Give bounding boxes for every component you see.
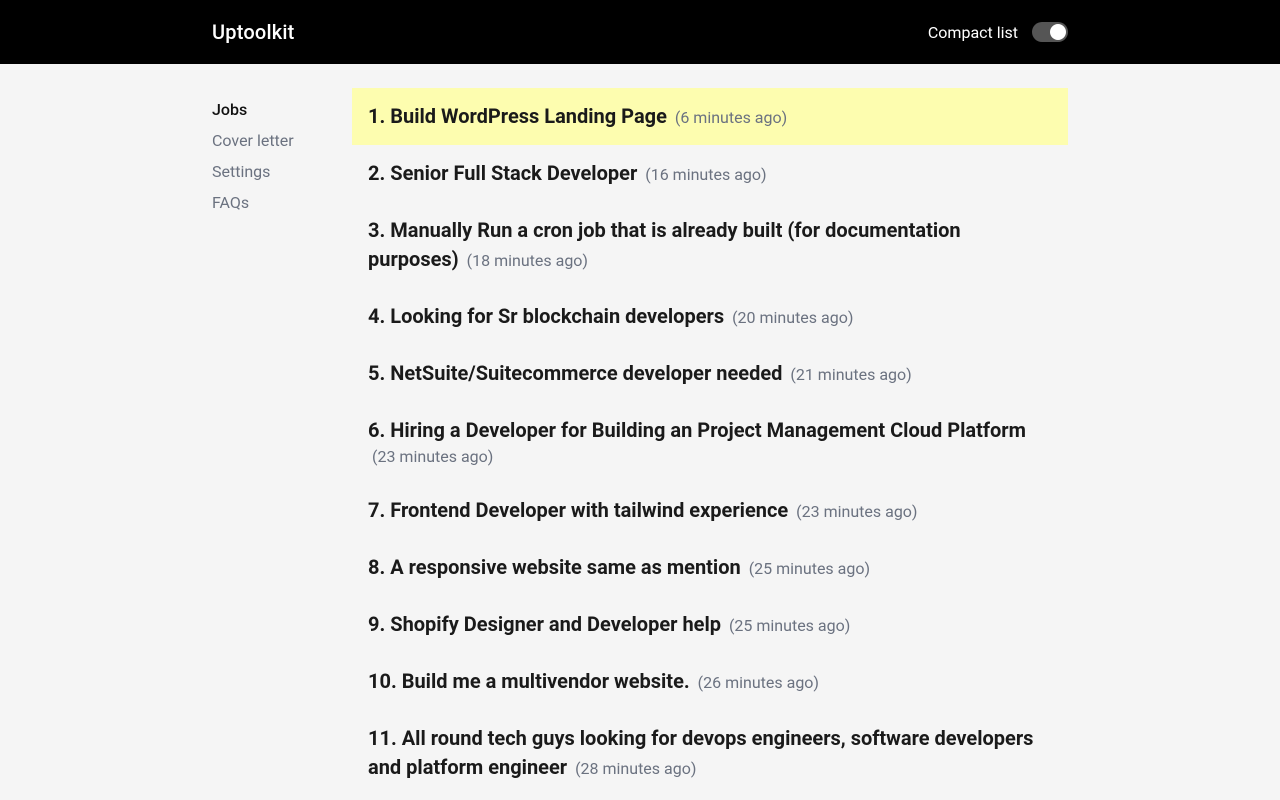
sidebar-item-label: Settings [212, 162, 270, 181]
job-time: (25 minutes ago) [749, 559, 870, 578]
job-list: 1. Build WordPress Landing Page (6 minut… [352, 88, 1068, 796]
job-title: 4. Looking for Sr blockchain developers [368, 304, 724, 328]
job-item[interactable]: 4. Looking for Sr blockchain developers … [352, 288, 1068, 345]
job-time: (25 minutes ago) [729, 616, 850, 635]
job-index: 1. [368, 104, 385, 128]
job-title: 7. Frontend Developer with tailwind expe… [368, 498, 788, 522]
job-time: (6 minutes ago) [675, 108, 787, 127]
job-name: Build WordPress Landing Page [385, 104, 667, 128]
job-time: (28 minutes ago) [575, 759, 696, 778]
job-name: All round tech guys looking for devops e… [368, 726, 1033, 779]
sidebar-item-jobs[interactable]: Jobs [212, 94, 352, 125]
job-index: 2. [368, 161, 385, 185]
job-name: A responsive website same as mention [385, 555, 740, 579]
job-name: Senior Full Stack Developer [385, 161, 637, 185]
job-index: 9. [368, 612, 385, 636]
job-time: (18 minutes ago) [467, 251, 588, 270]
job-name: Build me a multivendor website. [397, 669, 690, 693]
job-name: Shopify Designer and Developer help [385, 612, 721, 636]
job-item[interactable]: 8. A responsive website same as mention … [352, 539, 1068, 596]
job-title: 5. NetSuite/Suitecommerce developer need… [368, 361, 782, 385]
job-title: 9. Shopify Designer and Developer help [368, 612, 721, 636]
job-item[interactable]: 10. Build me a multivendor website. (26 … [352, 653, 1068, 710]
header-controls: Compact list [928, 22, 1068, 42]
sidebar-item-faqs[interactable]: FAQs [212, 187, 352, 218]
job-index: 11. [368, 726, 397, 750]
job-title: 8. A responsive website same as mention [368, 555, 741, 579]
content-area: Jobs Cover letter Settings FAQs 1. Build Wo… [0, 64, 1280, 796]
job-time: (16 minutes ago) [645, 165, 766, 184]
toggle-knob [1050, 24, 1066, 40]
job-time: (20 minutes ago) [732, 308, 853, 327]
sidebar-item-settings[interactable]: Settings [212, 156, 352, 187]
job-time: (23 minutes ago) [372, 447, 493, 466]
job-item[interactable]: 1. Build WordPress Landing Page (6 minut… [352, 88, 1068, 145]
job-index: 10. [368, 669, 397, 693]
job-item[interactable]: 2. Senior Full Stack Developer (16 minut… [352, 145, 1068, 202]
job-item[interactable]: 3. Manually Run a cron job that is alrea… [352, 202, 1068, 288]
job-index: 6. [368, 418, 385, 442]
job-index: 3. [368, 218, 385, 242]
job-name: Manually Run a cron job that is already … [368, 218, 961, 271]
job-title: 11. All round tech guys looking for devo… [368, 726, 1033, 779]
sidebar-item-label: Jobs [212, 100, 247, 119]
job-title: 6. Hiring a Developer for Building an Pr… [368, 418, 1026, 442]
sidebar-item-label: Cover letter [212, 131, 294, 150]
job-name: Hiring a Developer for Building an Proje… [385, 418, 1026, 442]
job-index: 4. [368, 304, 385, 328]
sidebar: Jobs Cover letter Settings FAQs [212, 88, 352, 796]
sidebar-item-label: FAQs [212, 193, 249, 212]
job-time: (23 minutes ago) [796, 502, 917, 521]
job-name: NetSuite/Suitecommerce developer needed [385, 361, 782, 385]
job-title: 2. Senior Full Stack Developer [368, 161, 637, 185]
job-index: 8. [368, 555, 385, 579]
job-item[interactable]: 11. All round tech guys looking for devo… [352, 710, 1068, 796]
job-item[interactable]: 7. Frontend Developer with tailwind expe… [352, 482, 1068, 539]
job-item[interactable]: 5. NetSuite/Suitecommerce developer need… [352, 345, 1068, 402]
job-title: 10. Build me a multivendor website. [368, 669, 690, 693]
sidebar-item-cover-letter[interactable]: Cover letter [212, 125, 352, 156]
job-name: Frontend Developer with tailwind experie… [385, 498, 788, 522]
main-content: 1. Build WordPress Landing Page (6 minut… [352, 88, 1068, 796]
compact-list-toggle[interactable] [1032, 22, 1068, 42]
job-index: 7. [368, 498, 385, 522]
job-item[interactable]: 9. Shopify Designer and Developer help (… [352, 596, 1068, 653]
job-time: (21 minutes ago) [790, 365, 911, 384]
job-item[interactable]: 6. Hiring a Developer for Building an Pr… [352, 402, 1068, 482]
job-index: 5. [368, 361, 385, 385]
job-title: 3. Manually Run a cron job that is alrea… [368, 218, 961, 271]
job-name: Looking for Sr blockchain developers [385, 304, 724, 328]
job-time: (26 minutes ago) [698, 673, 819, 692]
brand-title: Uptoolkit [212, 20, 295, 44]
compact-list-label: Compact list [928, 23, 1018, 42]
job-title: 1. Build WordPress Landing Page [368, 104, 667, 128]
header: Uptoolkit Compact list [0, 0, 1280, 64]
